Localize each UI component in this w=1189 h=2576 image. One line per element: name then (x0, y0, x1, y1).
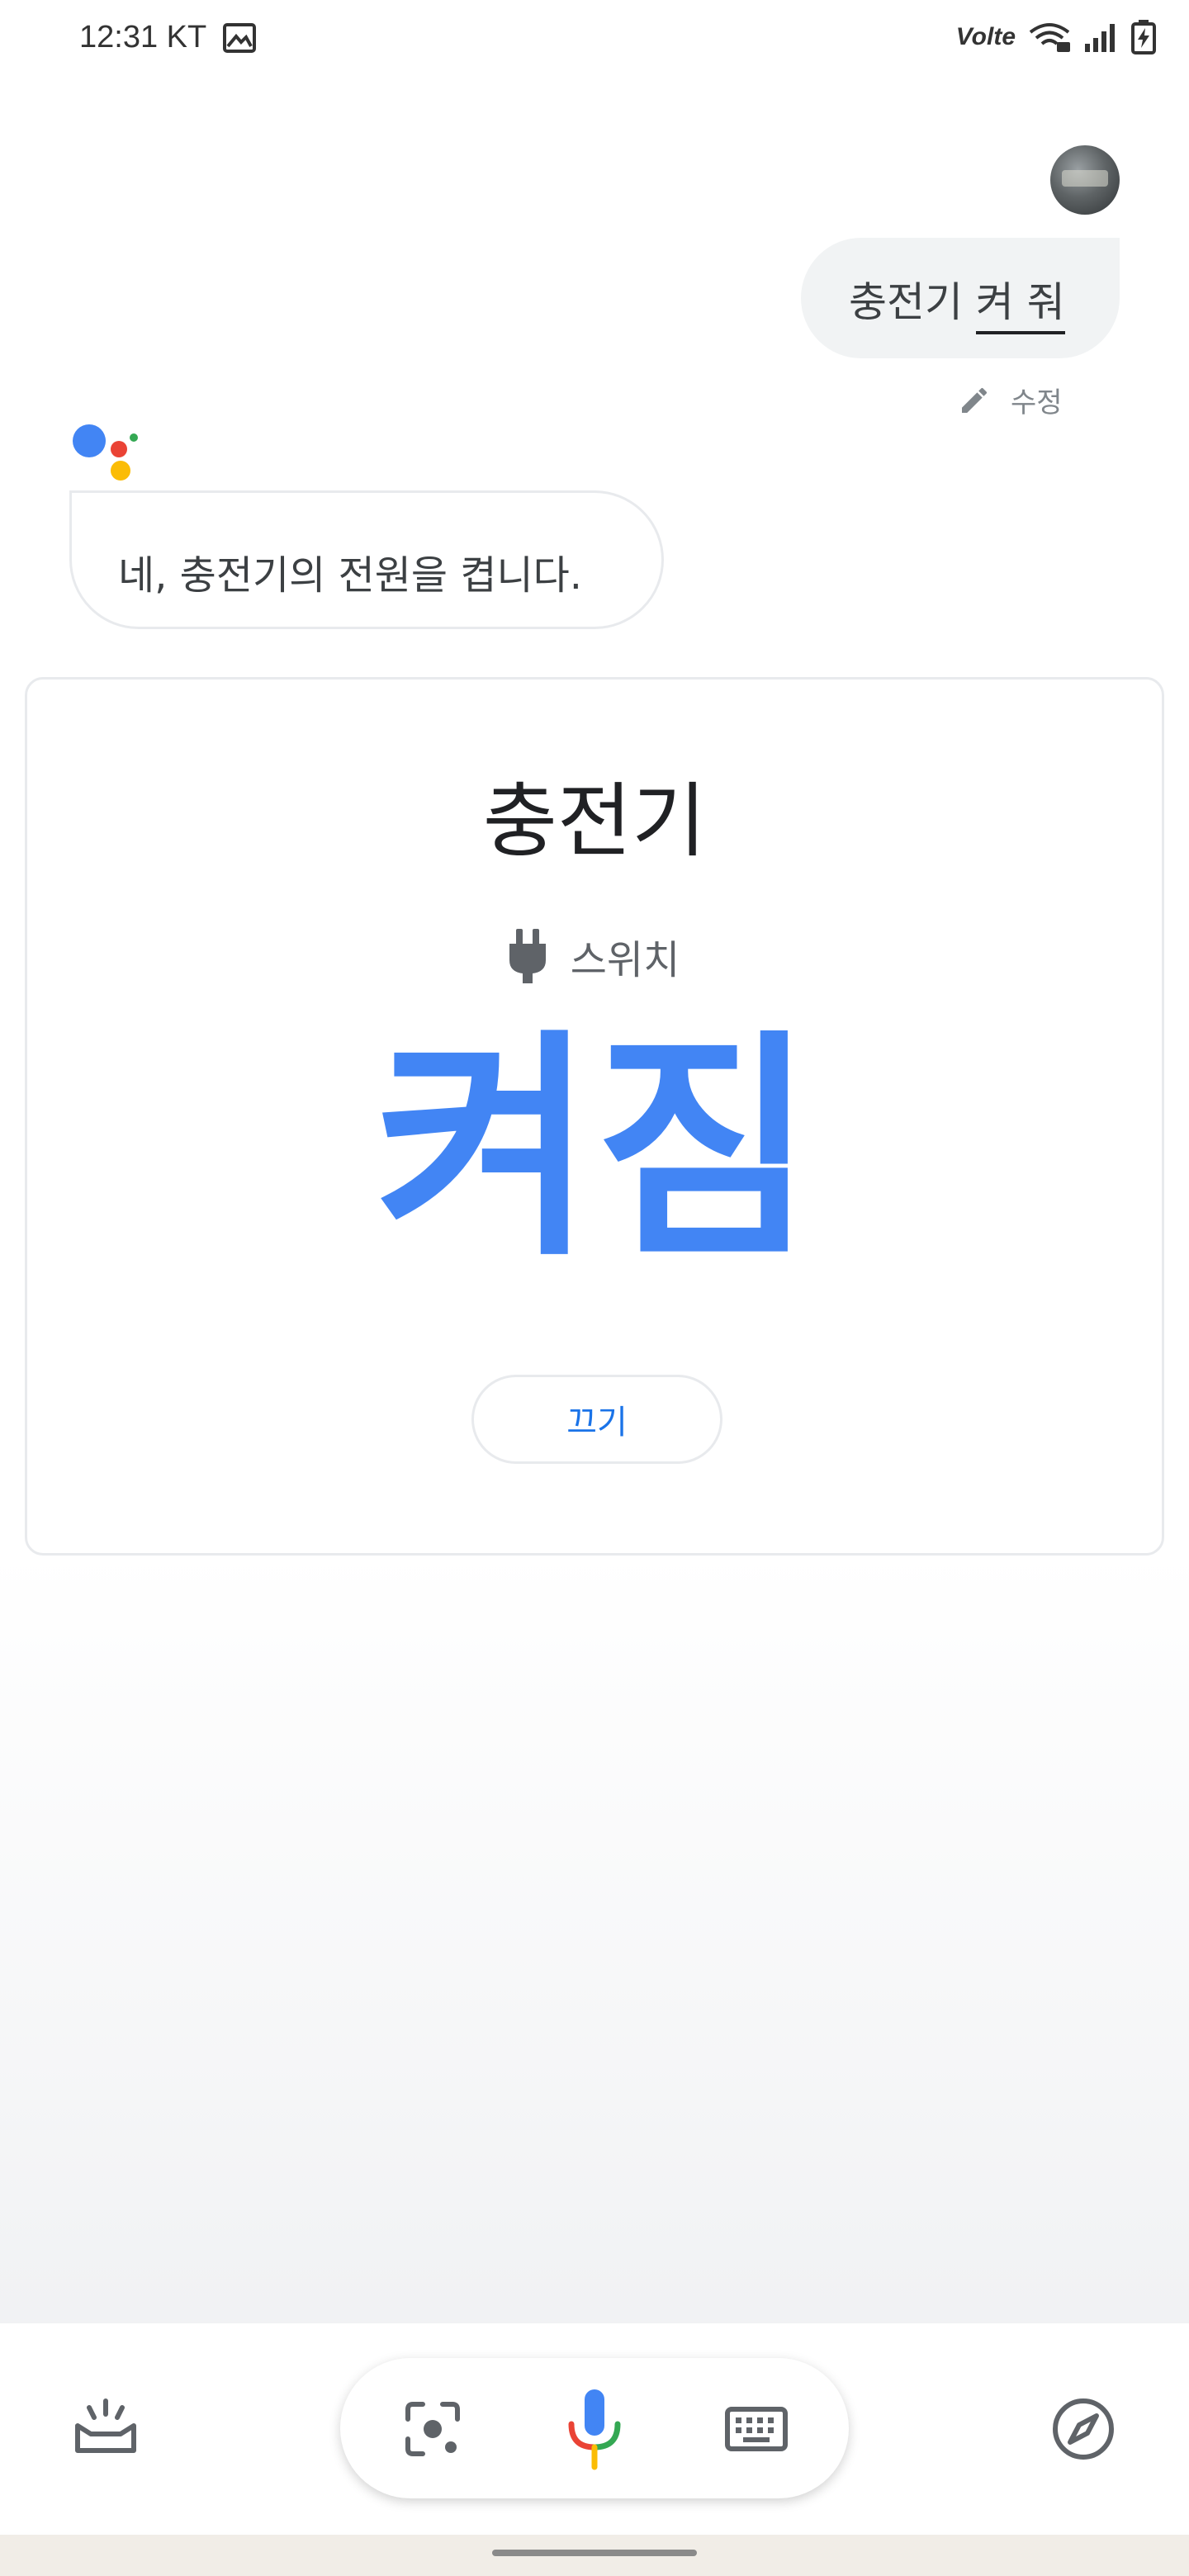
input-pill (340, 2358, 849, 2498)
home-indicator[interactable] (492, 2550, 697, 2556)
signal-icon (1085, 24, 1115, 52)
user-query-underlined-text: 켜 줘 (975, 278, 1065, 334)
edit-label: 수정 (1011, 386, 1063, 419)
device-type-label: 스위치 (570, 937, 680, 983)
assistant-reply-bubble: 네, 충전기의 전원을 켭니다. (69, 490, 664, 629)
user-query-text: 충전기 (849, 278, 976, 326)
carrier-label: KT (166, 20, 207, 54)
plug-icon (509, 929, 546, 983)
volte-icon: Volte (955, 23, 1016, 50)
device-control-card: 충전기 스위치 켜짐 끄기 (25, 677, 1164, 1556)
lens-icon[interactable] (403, 2399, 462, 2459)
mic-icon[interactable] (565, 2388, 624, 2470)
status-bar: 12:31 KT Volte (0, 0, 1189, 79)
status-icons: Volte (956, 20, 1156, 54)
keyboard-icon[interactable] (725, 2404, 788, 2454)
device-state: 켜짐 (374, 1011, 815, 1289)
bottom-bar (0, 2323, 1189, 2535)
device-name: 충전기 (482, 774, 707, 869)
user-query-bubble[interactable]: 충전기 켜 줘 (801, 238, 1120, 358)
battery-charging-icon (1131, 20, 1156, 54)
gallery-icon (223, 23, 256, 53)
explore-icon[interactable] (1050, 2396, 1116, 2462)
pencil-icon (962, 387, 988, 413)
google-assistant-logo (73, 424, 138, 481)
updates-icon[interactable] (73, 2396, 139, 2462)
wifi-icon (1029, 23, 1070, 52)
device-type-row: 스위치 (27, 927, 1162, 985)
edit-query-button[interactable]: 수정 (958, 380, 1063, 420)
status-time: 12:31 KT (79, 20, 207, 54)
turn-off-button[interactable]: 끄기 (471, 1375, 722, 1464)
user-avatar[interactable] (1050, 145, 1120, 215)
assistant-reply-text: 네, 충전기의 전원을 켭니다. (118, 552, 583, 599)
system-nav-bar (0, 2535, 1189, 2576)
